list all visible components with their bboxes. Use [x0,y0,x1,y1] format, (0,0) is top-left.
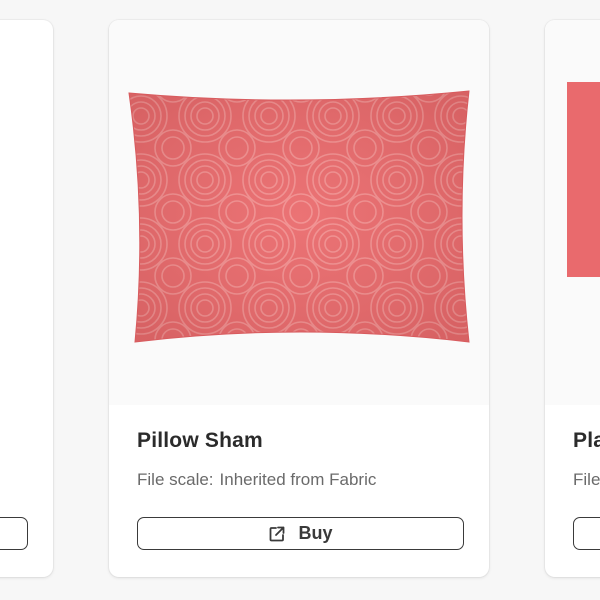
product-card-pillow-sham[interactable]: Pillow Sham File scale: Inherited from Fa… [109,20,489,577]
file-scale-label: File [573,470,600,489]
buy-label: Buy [298,523,333,543]
product-card[interactable]: Pla File [545,20,600,577]
file-scale: File [573,470,600,490]
product-title: Pla [573,429,600,452]
file-scale-value: Inherited from Fabric [219,470,377,489]
product-card[interactable] [0,20,53,577]
buy-button[interactable]: Buy [137,517,464,550]
product-title: Pillow Sham [137,429,263,452]
pillow-sham-image [128,90,470,343]
product-image-swatch [567,82,600,277]
product-image[interactable] [545,20,600,405]
product-carousel: Pillow Sham File scale: Inherited from Fa… [0,0,600,600]
product-image[interactable] [109,20,489,405]
file-scale-label: File scale: [137,470,214,489]
file-scale: File scale: Inherited from Fabric [137,470,376,490]
buy-button[interactable] [0,517,28,550]
external-link-icon [268,525,286,543]
buy-button[interactable] [573,517,600,550]
